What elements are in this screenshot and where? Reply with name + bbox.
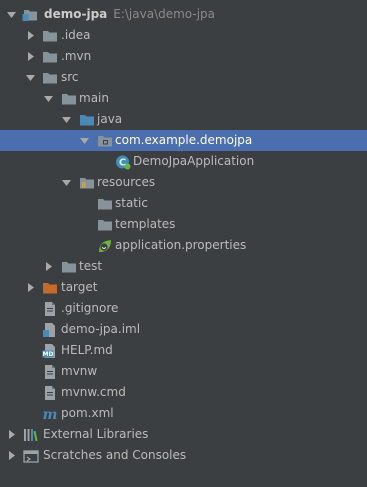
project-tree: demo-jpa E:\java\demo-jpa .idea .mvn src … [0, 4, 367, 466]
chevron-right-icon[interactable] [6, 450, 17, 461]
resources-folder-icon [79, 175, 95, 191]
tree-item-label: .idea [61, 28, 91, 42]
spring-boot-class-icon [115, 154, 131, 170]
folder-icon [61, 91, 77, 107]
chevron-right-icon[interactable] [25, 30, 36, 41]
folder-icon [42, 28, 58, 44]
tree-item-label: .mvn [61, 49, 92, 63]
tree-item-idea[interactable]: .idea [0, 25, 367, 46]
tree-item-label: src [61, 70, 79, 84]
tree-item-label: templates [115, 217, 176, 231]
chevron-down-icon[interactable] [25, 72, 36, 83]
tree-item-package-demojpa[interactable]: com.example.demojpa [0, 130, 367, 151]
module-folder-icon [22, 7, 38, 23]
tree-item-label: demo-jpa.iml [61, 322, 141, 336]
tree-item-external-libraries[interactable]: External Libraries [0, 424, 367, 445]
tree-item-mvnw[interactable]: mvnw [0, 361, 367, 382]
folder-icon [42, 49, 58, 65]
markdown-file-icon [42, 343, 58, 359]
tree-item-label: static [115, 196, 148, 210]
project-path: E:\java\demo-jpa [113, 7, 216, 21]
excluded-folder-icon [42, 280, 58, 296]
folder-icon [42, 70, 58, 86]
package-icon [97, 133, 113, 149]
chevron-right-icon[interactable] [25, 51, 36, 62]
chevron-down-icon[interactable] [79, 135, 90, 146]
tree-item-main[interactable]: main [0, 88, 367, 109]
folder-icon [97, 196, 113, 212]
chevron-down-icon[interactable] [61, 114, 72, 125]
tree-item-java[interactable]: java [0, 109, 367, 130]
tree-item-label: application.properties [115, 238, 247, 252]
tree-item-label: pom.xml [61, 406, 114, 420]
maven-icon [42, 406, 58, 422]
chevron-right-icon[interactable] [25, 282, 36, 293]
module-file-icon [42, 322, 58, 338]
chevron-down-icon[interactable] [43, 93, 54, 104]
tree-item-label: mvnw.cmd [61, 385, 126, 399]
tree-item-pom-xml[interactable]: pom.xml [0, 403, 367, 424]
tree-item-application-properties[interactable]: application.properties [0, 235, 367, 256]
folder-icon [61, 259, 77, 275]
tree-item-label: mvnw [61, 364, 98, 378]
tree-item-target[interactable]: target [0, 277, 367, 298]
text-file-icon [42, 364, 58, 380]
tree-item-resources[interactable]: resources [0, 172, 367, 193]
tree-item-label: HELP.md [61, 343, 113, 357]
tree-item-mvnw-cmd[interactable]: mvnw.cmd [0, 382, 367, 403]
tree-item-label: External Libraries [43, 427, 149, 441]
tree-item-label: Scratches and Consoles [43, 448, 187, 462]
tree-item-mvn[interactable]: .mvn [0, 46, 367, 67]
tree-item-label: .gitignore [61, 301, 119, 315]
chevron-down-icon[interactable] [6, 9, 17, 20]
scratches-icon [23, 448, 39, 464]
tree-item-scratches[interactable]: Scratches and Consoles [0, 445, 367, 466]
tree-item-iml[interactable]: demo-jpa.iml [0, 319, 367, 340]
text-file-icon [42, 385, 58, 401]
project-root-label: demo-jpa E:\java\demo-jpa [44, 4, 215, 25]
text-file-icon [42, 301, 58, 317]
chevron-down-icon[interactable] [61, 177, 72, 188]
spring-properties-icon [97, 238, 113, 254]
tree-item-label: main [79, 91, 109, 105]
tree-item-label: test [79, 259, 103, 273]
tree-item-label: java [97, 112, 123, 126]
tree-item-label: target [61, 280, 98, 294]
tree-item-project-root[interactable]: demo-jpa E:\java\demo-jpa [0, 4, 367, 25]
tree-item-static[interactable]: static [0, 193, 367, 214]
tree-item-test[interactable]: test [0, 256, 367, 277]
source-folder-icon [79, 112, 95, 128]
folder-icon [97, 217, 113, 233]
tree-item-templates[interactable]: templates [0, 214, 367, 235]
tree-item-demojpaapplication[interactable]: DemoJpaApplication [0, 151, 367, 172]
tree-item-label: resources [97, 175, 156, 189]
project-name: demo-jpa [44, 7, 108, 21]
tree-item-gitignore[interactable]: .gitignore [0, 298, 367, 319]
chevron-right-icon[interactable] [43, 261, 54, 272]
tree-item-help-md[interactable]: HELP.md [0, 340, 367, 361]
libraries-icon [23, 427, 39, 443]
tree-item-label: com.example.demojpa [115, 133, 253, 147]
tree-item-label: DemoJpaApplication [133, 154, 255, 168]
chevron-right-icon[interactable] [6, 429, 17, 440]
tree-item-src[interactable]: src [0, 67, 367, 88]
